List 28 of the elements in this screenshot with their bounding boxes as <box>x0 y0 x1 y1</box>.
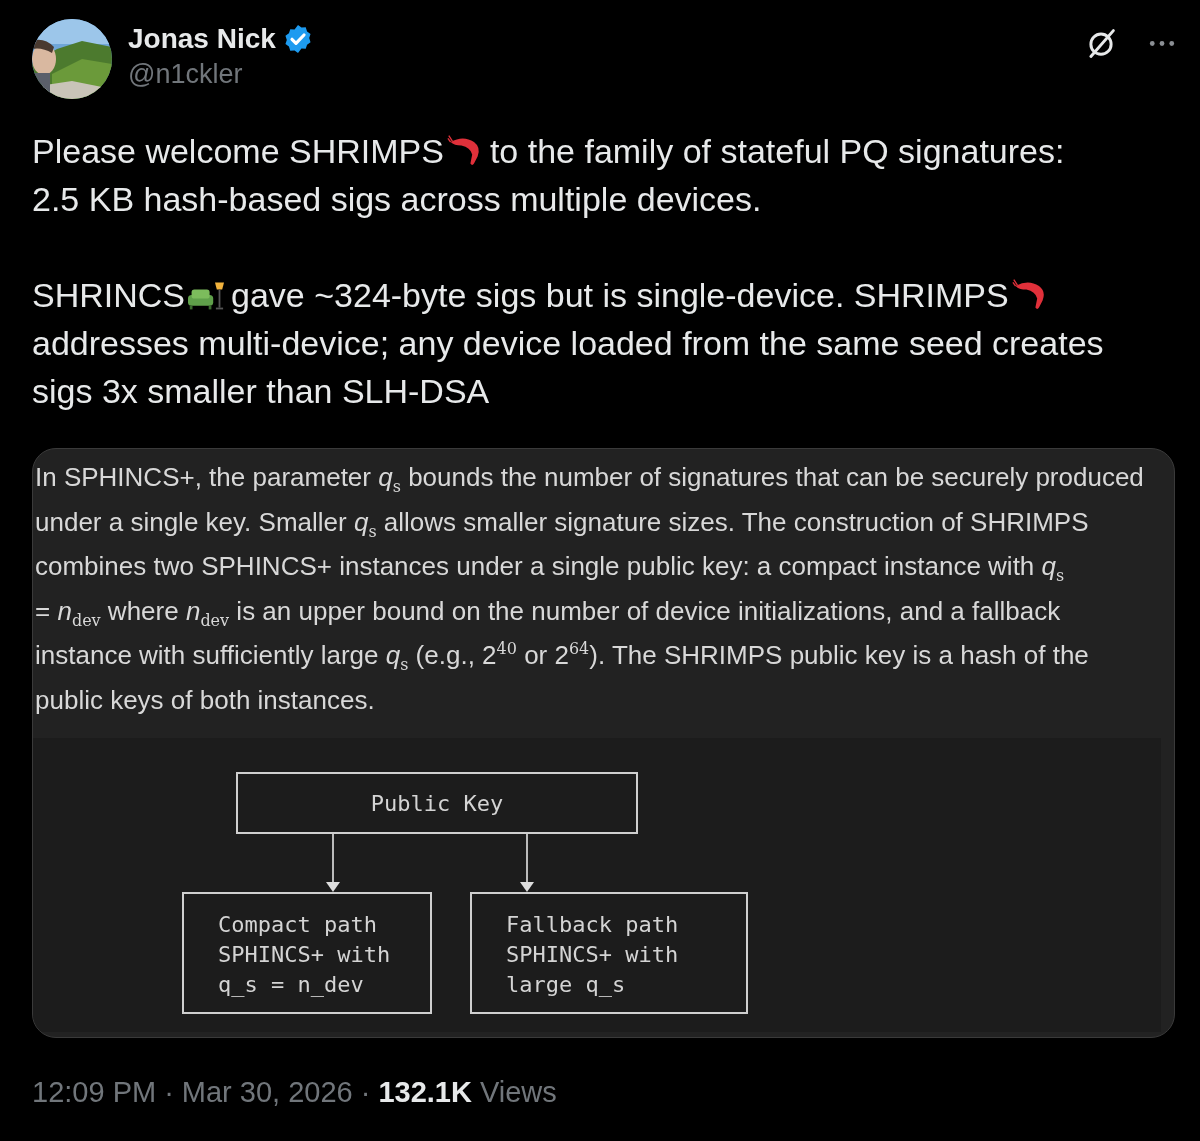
arrow-icon <box>326 834 340 892</box>
image-text-line: combines two SPHINCS+ instances under a single public key: a compact instance with q$_{s}$ <box>35 550 1066 588</box>
more-icon[interactable] <box>1149 39 1175 47</box>
image-text-line: public keys of both instances. <box>35 683 376 717</box>
image-text-line: = n$_{dev}$ where n$_{dev}$ is an upper bound on the number of device initializations, and a fallback <box>35 594 1062 632</box>
post-text: to the family of stateful PQ signatures: <box>489 132 1065 170</box>
post-text: gave ~324-byte sigs but is single-device. SHRIMPS <box>231 276 1009 314</box>
post-text: 2.5 KB hash-based sigs across multiple devices. <box>32 180 762 218</box>
post-text: sigs 3x smaller than SLH-DSA <box>32 372 490 410</box>
post-time[interactable]: 12:09 PM <box>32 1076 157 1109</box>
arrow-icon <box>520 834 534 892</box>
post-text: SHRINCS <box>32 276 186 314</box>
diagram-node: Compact path SPHINCS+ with q_s = n_dev <box>182 892 432 1014</box>
diagram-node: Public Key <box>236 772 638 834</box>
views-label: Views <box>479 1076 557 1109</box>
diagram-node: Fallback path SPHINCS+ with large q_s <box>470 892 748 1014</box>
post-text: addresses multi-device; any device loaded from the same seed creates <box>32 324 1104 362</box>
separator-dot: · <box>164 1076 174 1109</box>
author-handle[interactable]: @n1ckler <box>128 59 314 90</box>
embedded-image[interactable] <box>32 448 1175 1038</box>
views-count: 132.1K <box>378 1076 472 1109</box>
image-text-line: under a single key. Smaller q$_{s}$ allows smaller signature sizes. The construction of SHRIMPS <box>35 505 1090 543</box>
author-name[interactable]: Jonas Nick <box>128 23 276 55</box>
separator-dot: · <box>360 1076 371 1109</box>
image-text-line: In SPHINCS+, the parameter q$_{s}$ bounds the number of signatures that can be securely produced <box>35 461 1145 499</box>
post-date[interactable]: Mar 30, 2026 <box>181 1076 353 1109</box>
image-text-line: instance with sufficiently large q$_{s}$ (e.g., 2$^{40}$ or 2$^{64}$). The SHRIMPS public key is a hash of the <box>35 638 1090 677</box>
post-text: Please welcome SHRIMPS <box>32 132 444 170</box>
